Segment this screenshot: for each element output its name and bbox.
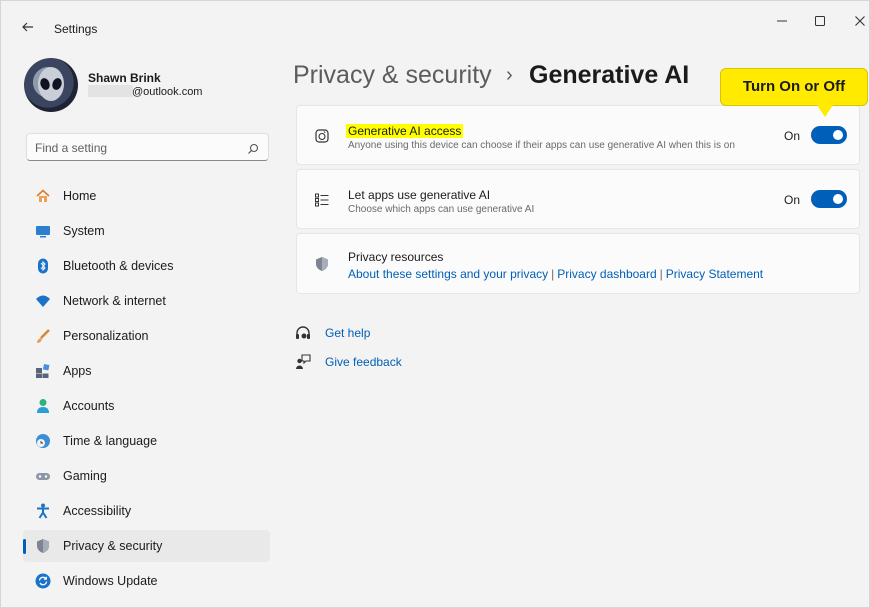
sidebar-item-system[interactable]: System: [23, 215, 270, 247]
sidebar-item-label: Accessibility: [63, 504, 132, 518]
sidebar-item-accounts[interactable]: Accounts: [23, 390, 270, 422]
sidebar-item-windows-update[interactable]: Windows Update: [23, 565, 270, 597]
link-separator: |: [551, 267, 555, 281]
toggle-knob: [833, 130, 843, 140]
sidebar-item-gaming[interactable]: Gaming: [23, 460, 270, 492]
callout-pointer: [817, 105, 833, 117]
wifi-icon: [35, 293, 51, 309]
help-icon: [295, 325, 311, 341]
gamepad-icon: [35, 468, 51, 484]
shield-icon: [35, 538, 51, 554]
privacy-dashboard-link[interactable]: Privacy dashboard: [557, 267, 656, 281]
sidebar-item-bluetooth[interactable]: Bluetooth & devices: [23, 250, 270, 282]
minimize-button[interactable]: [769, 11, 795, 31]
selection-indicator: [23, 539, 26, 554]
link-separator: |: [659, 267, 663, 281]
sidebar-item-label: Gaming: [63, 469, 107, 483]
get-help-link[interactable]: Get help: [295, 323, 445, 343]
sidebar-item-label: Privacy & security: [63, 539, 163, 553]
person-icon: [35, 398, 51, 414]
turn-on-off-callout: Turn On or Off: [720, 68, 868, 106]
generative-ai-access-description: Anyone using this device can choose if t…: [348, 140, 735, 151]
give-feedback-link[interactable]: Give feedback: [295, 352, 445, 372]
globe-clock-icon: [35, 433, 51, 449]
generative-ai-access-title: Generative AI access: [346, 124, 464, 138]
sidebar-item-label: Bluetooth & devices: [63, 259, 174, 273]
sidebar-item-label: Windows Update: [63, 574, 158, 588]
let-apps-use-ai-title: Let apps use generative AI: [348, 188, 491, 202]
sidebar-item-apps[interactable]: Apps: [23, 355, 270, 387]
let-apps-use-ai-description: Choose which apps can use generative AI: [348, 204, 535, 215]
image-ai-icon: [314, 128, 330, 144]
breadcrumb-separator: ›: [506, 64, 513, 86]
sidebar-item-label: Accounts: [63, 399, 115, 413]
sidebar-item-label: Apps: [63, 364, 92, 378]
accessibility-icon: [35, 503, 51, 519]
let-apps-use-ai-card: Let apps use generative AI Choose which …: [296, 169, 860, 229]
email-redaction: [88, 85, 133, 97]
sidebar-item-label: Home: [63, 189, 97, 203]
feedback-icon: [295, 354, 311, 370]
home-icon: [35, 188, 51, 204]
avatar[interactable]: [24, 58, 78, 112]
sidebar-item-label: Personalization: [63, 329, 149, 343]
shield-icon: [314, 256, 330, 272]
sidebar-item-network[interactable]: Network & internet: [23, 285, 270, 317]
search-icon[interactable]: [247, 142, 259, 160]
update-icon: [35, 573, 51, 589]
settings-window: Settings Shawn Brink @outlook.com Find a…: [0, 0, 870, 608]
sidebar-item-label: Network & internet: [63, 294, 166, 308]
search-placeholder: Find a setting: [35, 141, 108, 155]
sidebar-item-label: System: [63, 224, 105, 238]
user-name: Shawn Brink: [88, 71, 161, 85]
generative-ai-access-card: Generative AI access Anyone using this d…: [296, 105, 860, 165]
title-bar: Settings: [1, 1, 870, 43]
apps-icon: [35, 363, 51, 379]
user-email: @outlook.com: [132, 86, 203, 98]
maximize-button[interactable]: [807, 11, 833, 31]
sidebar-item-time-language[interactable]: Time & language: [23, 425, 270, 457]
toggle-state-label: On: [784, 129, 801, 143]
sidebar-item-home[interactable]: Home: [23, 180, 270, 212]
sidebar-item-personalization[interactable]: Personalization: [23, 320, 270, 352]
brush-icon: [35, 328, 51, 344]
close-button[interactable]: [847, 11, 870, 31]
page-title: Generative AI: [529, 61, 690, 89]
let-apps-use-ai-toggle[interactable]: [811, 190, 847, 208]
give-feedback-label: Give feedback: [325, 355, 402, 369]
about-settings-link[interactable]: About these settings and your privacy: [348, 267, 548, 281]
toggle-knob: [833, 194, 843, 204]
back-arrow-icon[interactable]: [21, 20, 37, 36]
breadcrumb-parent[interactable]: Privacy & security: [293, 61, 492, 90]
bluetooth-icon: [35, 258, 51, 274]
search-input[interactable]: Find a setting: [26, 133, 269, 161]
toggle-state-label: On: [784, 193, 801, 207]
generative-ai-access-toggle[interactable]: [811, 126, 847, 144]
get-help-label: Get help: [325, 326, 371, 340]
sidebar-item-label: Time & language: [63, 434, 158, 448]
sidebar-item-accessibility[interactable]: Accessibility: [23, 495, 270, 527]
privacy-links: About these settings and your privacy | Pr…: [348, 267, 763, 281]
privacy-statement-link[interactable]: Privacy Statement: [666, 267, 763, 281]
privacy-resources-card: Privacy resources About these settings a…: [296, 233, 860, 294]
sidebar-item-privacy-security[interactable]: Privacy & security: [23, 530, 270, 562]
app-title: Settings: [54, 22, 98, 36]
checklist-icon: [314, 192, 330, 208]
system-icon: [35, 223, 51, 239]
privacy-resources-title: Privacy resources: [348, 250, 444, 264]
